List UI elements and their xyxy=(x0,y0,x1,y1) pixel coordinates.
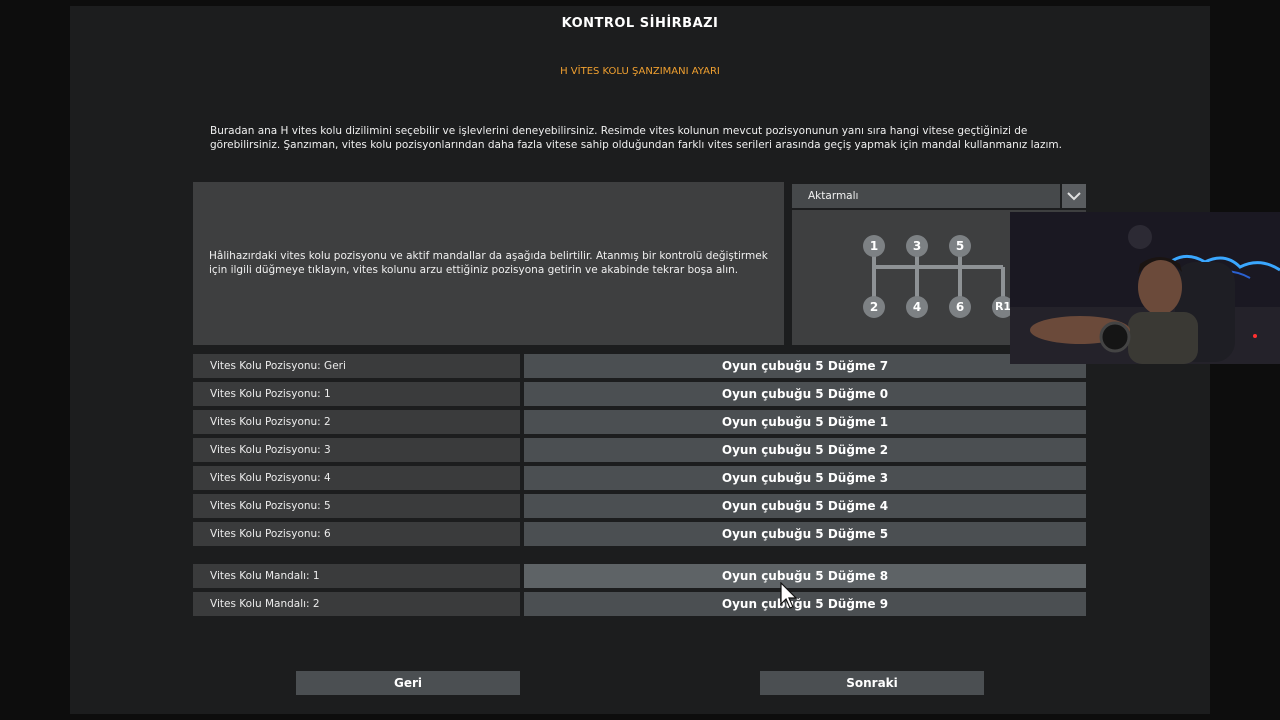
gear-knob-1: 1 xyxy=(863,235,885,257)
gear-knob-5: 5 xyxy=(949,235,971,257)
binding-button[interactable]: Oyun çubuğu 5 Düğme 7 xyxy=(524,354,1086,378)
binding-row: Vites Kolu Pozisyonu: Geri Oyun çubuğu 5… xyxy=(193,354,1086,378)
splitter-button[interactable]: Oyun çubuğu 5 Düğme 8 xyxy=(524,564,1086,588)
gear-knob-6: 6 xyxy=(949,296,971,318)
splitter-button[interactable]: Oyun çubuğu 5 Düğme 9 xyxy=(524,592,1086,616)
splitter-label: Vites Kolu Mandalı: 2 xyxy=(193,592,520,616)
info-box: Hâlihazırdaki vites kolu pozisyonu ve ak… xyxy=(193,182,784,345)
binding-row: Vites Kolu Pozisyonu: 2 Oyun çubuğu 5 Dü… xyxy=(193,410,1086,434)
page-title: KONTROL SİHİRBAZI xyxy=(561,16,719,31)
binding-label: Vites Kolu Pozisyonu: 6 xyxy=(193,522,520,546)
gear-knob-2: 2 xyxy=(863,296,885,318)
binding-row: Vites Kolu Pozisyonu: 5 Oyun çubuğu 5 Dü… xyxy=(193,494,1086,518)
gearbox-type-select[interactable]: Aktarmalı xyxy=(792,184,1060,208)
info-text: Hâlihazırdaki vites kolu pozisyonu ve ak… xyxy=(209,250,768,276)
gear-knob-4: 4 xyxy=(906,296,928,318)
binding-row: Vites Kolu Pozisyonu: 4 Oyun çubuğu 5 Dü… xyxy=(193,466,1086,490)
binding-button[interactable]: Oyun çubuğu 5 Düğme 1 xyxy=(524,410,1086,434)
binding-button[interactable]: Oyun çubuğu 5 Düğme 3 xyxy=(524,466,1086,490)
chevron-down-icon xyxy=(1067,192,1081,201)
binding-label: Vites Kolu Pozisyonu: 4 xyxy=(193,466,520,490)
gear-knob-3: 3 xyxy=(906,235,928,257)
binding-label: Vites Kolu Pozisyonu: Geri xyxy=(193,354,520,378)
binding-button[interactable]: Oyun çubuğu 5 Düğme 2 xyxy=(524,438,1086,462)
next-button[interactable]: Sonraki xyxy=(760,671,984,695)
binding-button[interactable]: Oyun çubuğu 5 Düğme 0 xyxy=(524,382,1086,406)
description-text: Buradan ana H vites kolu dizilimini seçe… xyxy=(210,125,1062,151)
section-subtitle: H VİTES KOLU ŞANZIMANI AYARI xyxy=(560,66,720,77)
splitter-row: Vites Kolu Mandalı: 1 Oyun çubuğu 5 Düğm… xyxy=(193,564,1086,588)
binding-label: Vites Kolu Pozisyonu: 2 xyxy=(193,410,520,434)
shift-rail-horizontal xyxy=(873,265,1003,269)
binding-label: Vites Kolu Pozisyonu: 1 xyxy=(193,382,520,406)
dropdown-button[interactable] xyxy=(1062,184,1086,208)
binding-row: Vites Kolu Pozisyonu: 6 Oyun çubuğu 5 Dü… xyxy=(193,522,1086,546)
mouse-cursor-icon xyxy=(780,582,798,609)
splitter-label: Vites Kolu Mandalı: 1 xyxy=(193,564,520,588)
binding-row: Vites Kolu Pozisyonu: 3 Oyun çubuğu 5 Dü… xyxy=(193,438,1086,462)
splitter-row: Vites Kolu Mandalı: 2 Oyun çubuğu 5 Düğm… xyxy=(193,592,1086,616)
binding-label: Vites Kolu Pozisyonu: 3 xyxy=(193,438,520,462)
back-button[interactable]: Geri xyxy=(296,671,520,695)
webcam-overlay xyxy=(1010,212,1280,364)
binding-row: Vites Kolu Pozisyonu: 1 Oyun çubuğu 5 Dü… xyxy=(193,382,1086,406)
binding-button[interactable]: Oyun çubuğu 5 Düğme 4 xyxy=(524,494,1086,518)
binding-label: Vites Kolu Pozisyonu: 5 xyxy=(193,494,520,518)
webcam-image xyxy=(1010,212,1280,364)
binding-button[interactable]: Oyun çubuğu 5 Düğme 5 xyxy=(524,522,1086,546)
